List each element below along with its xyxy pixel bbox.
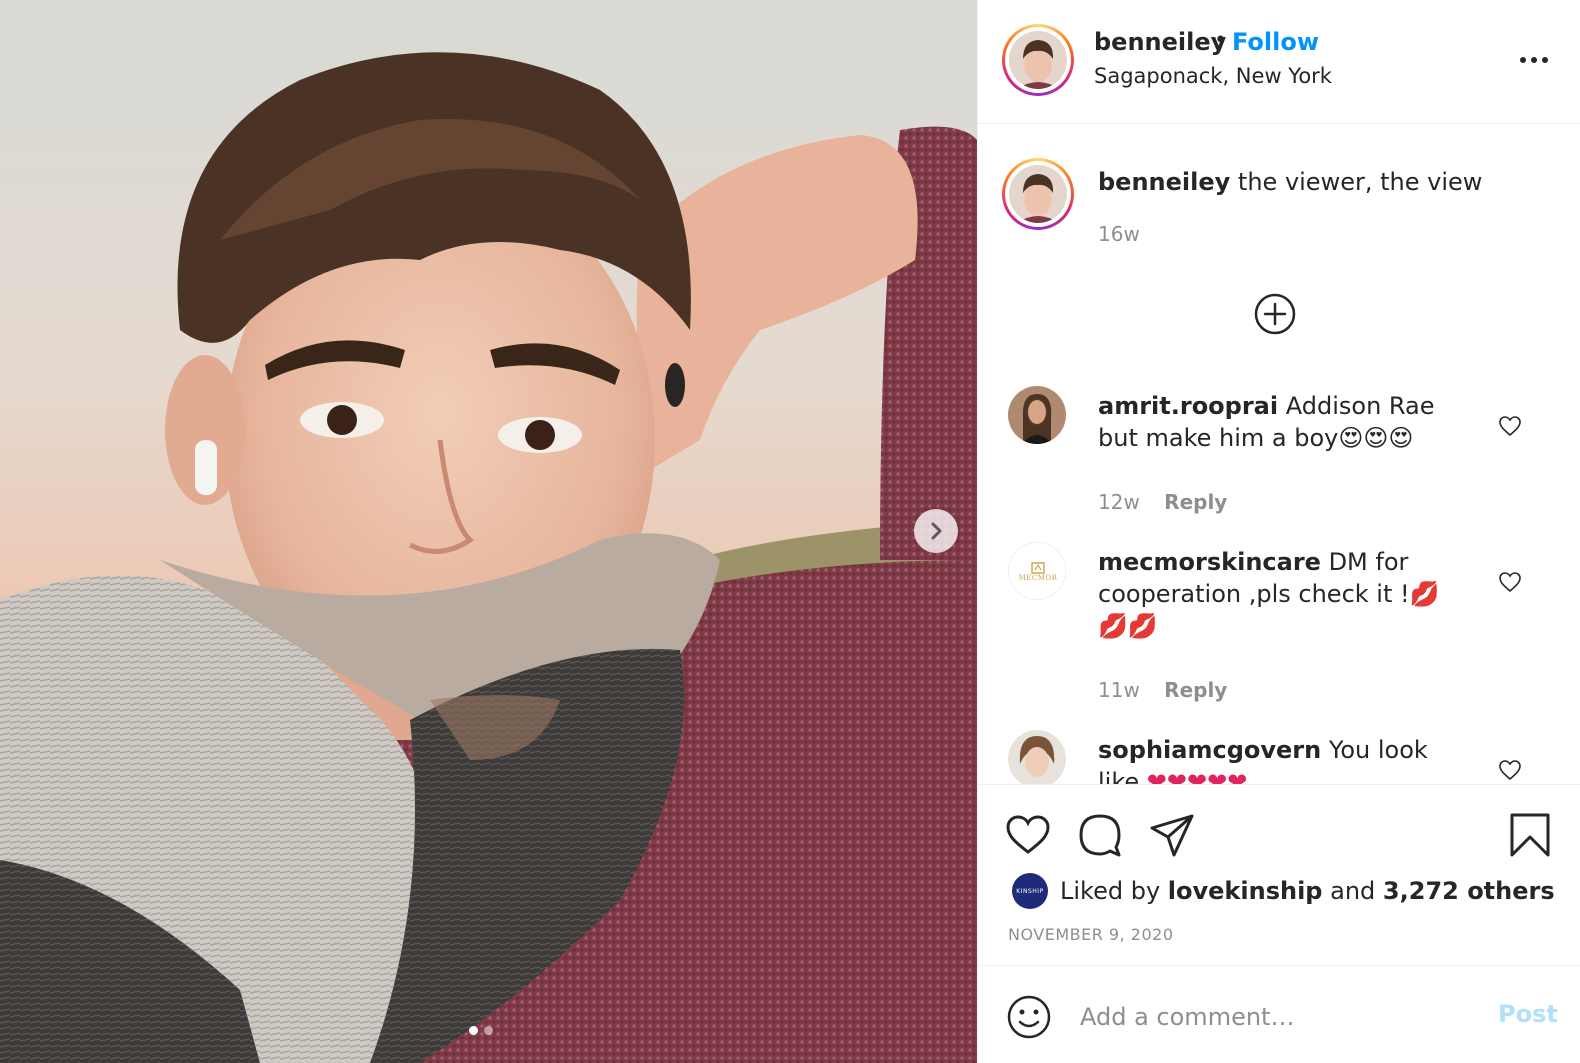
comment-text: mecmorskincare DM for cooperation ,pls c…	[1098, 546, 1458, 642]
caption-timestamp[interactable]: 16w	[1098, 222, 1140, 246]
comment-heart-icon[interactable]	[1498, 758, 1522, 782]
post-side-panel: benneiley • Follow Sagaponack, New York	[977, 0, 1580, 1063]
caption-username[interactable]: benneiley	[1098, 168, 1230, 196]
commenter-avatar[interactable]	[1008, 386, 1066, 444]
author-avatar-image	[1009, 31, 1067, 89]
comment-text: sophiamcgovern You look like ❤❤❤❤❤	[1098, 734, 1458, 784]
chevron-right-icon	[931, 522, 942, 540]
comment-heart-icon[interactable]	[1498, 414, 1522, 438]
likes-count[interactable]: 3,272 others	[1383, 877, 1555, 905]
liked-by-summary: KINSHIP Liked by lovekinship and 3,272 o…	[1012, 873, 1555, 909]
liked-by-prefix: Liked by	[1060, 877, 1161, 905]
commenter-avatar[interactable]: MECMOR	[1008, 542, 1066, 600]
post-location[interactable]: Sagaponack, New York	[1094, 64, 1332, 88]
heart-icon[interactable]	[1004, 811, 1052, 859]
comment-timestamp[interactable]: 12w	[1098, 490, 1140, 514]
post-actions: KINSHIP Liked by lovekinship and 3,272 o…	[978, 784, 1580, 966]
comment-input[interactable]	[1078, 998, 1482, 1036]
separator-bullet: •	[1214, 28, 1227, 53]
post-header: benneiley • Follow Sagaponack, New York	[978, 0, 1580, 124]
liker-avatar[interactable]: KINSHIP	[1012, 873, 1048, 909]
comments-list[interactable]: amrit.rooprai Addison Rae but make him a…	[978, 376, 1580, 784]
caption-author-avatar[interactable]	[1002, 158, 1074, 230]
reply-button[interactable]: Reply	[1164, 678, 1227, 702]
comment-timestamp[interactable]: 11w	[1098, 678, 1140, 702]
plus-circle-icon[interactable]	[1253, 292, 1297, 336]
post-dialog: benneiley • Follow Sagaponack, New York	[0, 0, 1580, 1063]
commenter-avatar-image	[1008, 386, 1066, 444]
selfie-image	[0, 0, 977, 1063]
liked-by-conj: and	[1330, 877, 1376, 905]
commenter-avatar[interactable]	[1008, 730, 1066, 784]
comment-emoji: ❤❤❤❤❤	[1146, 768, 1248, 784]
bookmark-icon[interactable]	[1506, 811, 1554, 859]
reply-button[interactable]: Reply	[1164, 490, 1227, 514]
author-username[interactable]: benneiley	[1094, 28, 1226, 56]
paper-plane-icon[interactable]	[1148, 811, 1196, 859]
brand-logo-text: MECMOR	[1018, 574, 1058, 582]
author-avatar[interactable]	[1002, 24, 1074, 96]
next-photo-button[interactable]	[914, 509, 958, 553]
follow-button[interactable]: Follow	[1232, 28, 1319, 56]
carousel-dot	[484, 1026, 493, 1035]
comment-meta: 11w Reply	[1098, 678, 1227, 702]
smiley-icon[interactable]	[1006, 994, 1052, 1040]
post-photo[interactable]	[0, 0, 977, 1063]
carousel-dot-active	[469, 1026, 478, 1035]
comment-bubble-icon[interactable]	[1076, 811, 1124, 859]
comment-text: amrit.rooprai Addison Rae but make him a…	[1098, 390, 1458, 454]
add-comment-bar: Post	[978, 966, 1580, 1063]
comment-meta: 12w Reply	[1098, 490, 1227, 514]
brand-logo-icon	[1031, 562, 1045, 574]
commenter-avatar-image	[1008, 730, 1066, 784]
carousel-indicator	[469, 1026, 493, 1035]
comment-username[interactable]: mecmorskincare	[1098, 548, 1321, 576]
more-horizontal-icon[interactable]	[1518, 52, 1550, 68]
comment-heart-icon[interactable]	[1498, 570, 1522, 594]
liker-username[interactable]: lovekinship	[1168, 877, 1323, 905]
post-date[interactable]: NOVEMBER 9, 2020	[1008, 925, 1174, 944]
post-comment-button[interactable]: Post	[1498, 1000, 1558, 1028]
comment-username[interactable]: amrit.rooprai	[1098, 392, 1278, 420]
caption-body: the viewer, the view	[1237, 168, 1483, 196]
caption-text: benneiley the viewer, the view	[1098, 168, 1548, 196]
comment-username[interactable]: sophiamcgovern	[1098, 736, 1321, 764]
caption-avatar-image	[1009, 165, 1067, 223]
